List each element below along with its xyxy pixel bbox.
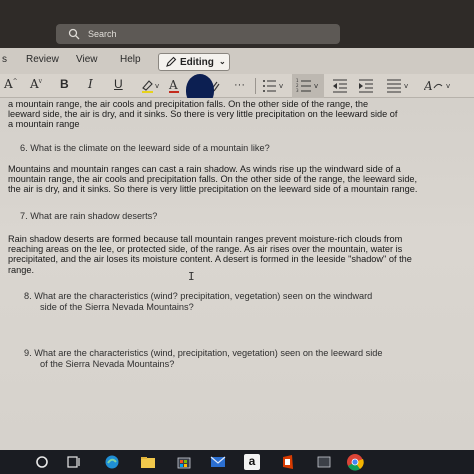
editing-mode-button[interactable]: Editing ⌄ [158,53,230,71]
svg-text:3: 3 [296,88,299,93]
chrome-icon[interactable] [346,453,364,471]
text-line: of the Sierra Nevada Mountains? [40,359,175,369]
bold-button[interactable]: B [60,77,69,91]
editing-label: Editing [180,57,214,68]
pencil-icon [166,56,177,67]
svg-text:v: v [314,82,318,90]
question-9: 9. What are the characteristics (wind, p… [24,348,383,370]
styles-icon[interactable]: A v [424,78,454,94]
align-icon[interactable]: v [386,78,412,94]
task-view-icon[interactable] [66,454,82,470]
text-line: mountain range, the air cools and precip… [8,174,418,185]
window-icon[interactable] [316,454,332,470]
svg-text:A: A [424,79,433,93]
start-icon[interactable] [34,454,50,470]
search-placeholder: Search [88,29,117,39]
bullets-icon[interactable]: v [262,78,286,94]
store-icon[interactable] [176,454,192,470]
explorer-icon[interactable] [140,454,156,470]
text-line: leeward side, the air is dry, and it sin… [8,109,398,120]
shrink-font-label: A [30,77,39,91]
increase-indent-icon[interactable] [358,78,374,94]
question-8: 8. What are the characteristics (wind? p… [24,291,372,313]
search-box[interactable]: Search [56,24,340,44]
paragraph-fragment: a mountain range, the air cools and prec… [8,99,397,130]
svg-text:v: v [404,82,408,90]
edge-icon[interactable] [104,454,120,470]
text-line: range. [8,264,35,275]
numbering-icon[interactable]: 123 v [296,78,322,94]
text-line: precipitated, and the air loses its mois… [8,254,412,265]
text-line: 9. What are the characteristics (wind, p… [24,348,383,358]
tab-help[interactable]: Help [120,54,141,65]
question-6: 6. What is the climate on the leeward si… [20,143,270,153]
chevron-down-icon: ⌄ [219,57,226,66]
text-line: the air is dry, and it sinks. So there i… [8,184,418,195]
document-page[interactable]: a mountain range, the air cools and prec… [0,98,474,450]
tab-view[interactable]: View [76,54,98,65]
decrease-indent-icon[interactable] [332,78,348,94]
taskbar: a [0,450,474,474]
svg-text:v: v [155,82,159,90]
text-line: Mountains and mountain ranges can cast a… [8,164,401,174]
tab-review[interactable]: Review [26,54,59,65]
text-line: a mountain range [8,119,80,130]
search-icon [68,28,80,40]
text-line: reaching areas on the lee, or protected … [8,244,403,255]
text-line: 8. What are the characteristics (wind? p… [24,291,373,301]
title-bar: Search [0,0,474,48]
svg-text:v: v [446,82,450,90]
italic-button[interactable]: I [88,77,93,91]
svg-text:A: A [168,78,178,92]
text-line: Rain shadow deserts are formed because t… [8,234,403,244]
shrink-font-button[interactable]: Av [30,77,42,91]
grow-font-label: A [4,77,13,91]
font-color-icon[interactable]: A [168,78,186,94]
mail-icon[interactable] [210,454,226,470]
highlighter-icon[interactable]: v [140,78,162,94]
answer-6: Mountains and mountain ranges can cast a… [8,164,417,195]
grow-font-button[interactable]: A^ [4,77,18,91]
underline-button[interactable]: U [114,77,123,91]
formatting-toolbar: A^ Av B I U v A ··· v 123 v v A v [0,74,474,98]
answer-7: Rain shadow deserts are formed because t… [8,234,412,275]
ribbon-tabs: s Review View Help Editing ⌄ [0,48,474,74]
text-line: a mountain range, the air cools and prec… [8,99,369,109]
tab-partial[interactable]: s [2,54,7,65]
office-icon[interactable] [280,454,296,470]
text-line: side of the Sierra Nevada Mountains? [40,302,194,312]
toolbar-divider [255,78,256,94]
more-options-button[interactable]: ··· [234,79,245,91]
amazon-icon[interactable]: a [244,454,260,470]
text-cursor-icon: I [188,270,195,283]
svg-text:v: v [279,82,283,90]
question-7: 7. What are rain shadow deserts? [20,211,158,221]
